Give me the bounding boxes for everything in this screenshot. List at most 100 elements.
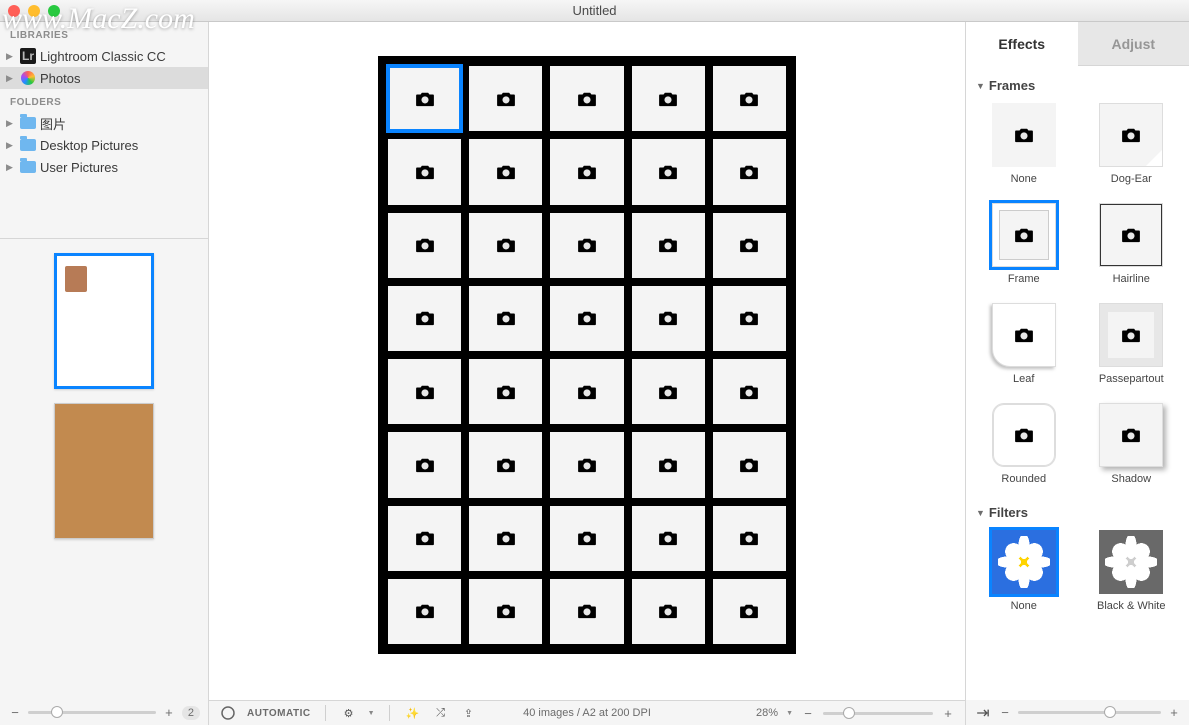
- share-icon[interactable]: ⇪: [460, 704, 478, 722]
- frame-option-label: Frame: [1008, 273, 1040, 285]
- layout-cell[interactable]: [469, 579, 542, 644]
- frame-option-frame[interactable]: Frame: [970, 199, 1078, 293]
- tab-effects[interactable]: Effects: [966, 22, 1078, 66]
- filter-option-label: Black & White: [1097, 600, 1165, 612]
- layout-cell[interactable]: [550, 506, 623, 571]
- frame-option-label: Hairline: [1113, 273, 1150, 285]
- folder-item[interactable]: ▶User Pictures: [0, 156, 208, 178]
- layout-cell[interactable]: [550, 432, 623, 497]
- layout-cell[interactable]: [388, 286, 461, 351]
- layout-cell[interactable]: [388, 432, 461, 497]
- shuffle-icon[interactable]: ⤮: [432, 704, 450, 722]
- layout-cell[interactable]: [632, 66, 705, 131]
- layout-cell[interactable]: [632, 286, 705, 351]
- folder-item[interactable]: ▶图片: [0, 112, 208, 134]
- layout-canvas[interactable]: [378, 56, 796, 654]
- camera-placeholder-icon: [576, 603, 598, 619]
- layout-cell[interactable]: [632, 139, 705, 204]
- layout-cell[interactable]: [632, 213, 705, 278]
- camera-placeholder-icon: [576, 164, 598, 180]
- filter-option-none[interactable]: None: [970, 526, 1078, 618]
- page-thumb-2[interactable]: [54, 403, 154, 539]
- filter-intensity-minus[interactable]: −: [998, 705, 1012, 720]
- layout-cell[interactable]: [388, 66, 461, 131]
- layout-cell[interactable]: [713, 579, 786, 644]
- layout-cell[interactable]: [632, 506, 705, 571]
- filter-option-bw[interactable]: Black & White: [1078, 526, 1186, 618]
- layout-cell[interactable]: [713, 359, 786, 424]
- library-item-photos[interactable]: ▶Photos: [0, 67, 208, 89]
- zoom-minus[interactable]: −: [801, 706, 815, 721]
- camera-placeholder-icon: [414, 530, 436, 546]
- layout-cell[interactable]: [388, 359, 461, 424]
- frame-option-none[interactable]: None: [970, 99, 1078, 193]
- export-icon[interactable]: ⇥: [974, 704, 992, 722]
- chevron-down-icon: ▼: [976, 508, 985, 518]
- zoom-percent-label[interactable]: 28%: [756, 707, 778, 719]
- thumb-size-slider[interactable]: [28, 711, 156, 714]
- settings-icon[interactable]: ⚙: [340, 704, 358, 722]
- layout-cell[interactable]: [469, 432, 542, 497]
- layout-cell[interactable]: [713, 286, 786, 351]
- filter-intensity-plus[interactable]: +: [1167, 705, 1181, 720]
- layout-cell[interactable]: [550, 286, 623, 351]
- layout-cell[interactable]: [550, 359, 623, 424]
- chevron-right-icon: ▶: [6, 51, 16, 62]
- layout-cell[interactable]: [550, 579, 623, 644]
- library-item-lr[interactable]: ▶LrLightroom Classic CC: [0, 45, 208, 67]
- layout-cell[interactable]: [713, 139, 786, 204]
- camera-placeholder-icon: [495, 91, 517, 107]
- layout-cell[interactable]: [713, 66, 786, 131]
- layout-cell[interactable]: [550, 66, 623, 131]
- camera-placeholder-icon: [495, 310, 517, 326]
- filters-disclosure[interactable]: ▼Filters: [966, 493, 1189, 526]
- layout-cell[interactable]: [713, 432, 786, 497]
- chevron-down-icon: ▼: [976, 81, 985, 91]
- thumb-size-plus[interactable]: +: [162, 705, 176, 720]
- layout-mode-icon[interactable]: [219, 704, 237, 722]
- folder-item[interactable]: ▶Desktop Pictures: [0, 134, 208, 156]
- magic-wand-icon[interactable]: ✨: [404, 704, 422, 722]
- lightroom-icon: Lr: [20, 48, 36, 64]
- layout-mode-label[interactable]: AUTOMATIC: [247, 708, 311, 719]
- filter-intensity-slider[interactable]: [1018, 711, 1161, 714]
- camera-placeholder-icon: [576, 530, 598, 546]
- thumb-size-minus[interactable]: −: [8, 705, 22, 720]
- camera-placeholder-icon: [495, 384, 517, 400]
- layout-cell[interactable]: [469, 213, 542, 278]
- filter-swatch: [1099, 530, 1163, 594]
- frame-option-shadow[interactable]: Shadow: [1078, 399, 1186, 493]
- layout-cell[interactable]: [713, 506, 786, 571]
- zoom-plus[interactable]: +: [941, 706, 955, 721]
- tab-adjust[interactable]: Adjust: [1078, 22, 1189, 66]
- layout-cell[interactable]: [632, 432, 705, 497]
- layout-cell[interactable]: [550, 139, 623, 204]
- left-sidebar: LIBRARIES ▶LrLightroom Classic CC▶Photos…: [0, 22, 209, 700]
- layout-cell[interactable]: [632, 579, 705, 644]
- frame-option-passe[interactable]: Passepartout: [1078, 299, 1186, 393]
- layout-cell[interactable]: [388, 139, 461, 204]
- layout-cell[interactable]: [469, 139, 542, 204]
- zoom-slider[interactable]: [823, 712, 933, 715]
- frame-option-rounded[interactable]: Rounded: [970, 399, 1078, 493]
- frame-option-hairline[interactable]: Hairline: [1078, 199, 1186, 293]
- layout-cell[interactable]: [469, 359, 542, 424]
- page-thumb-1[interactable]: [54, 253, 154, 389]
- camera-placeholder-icon: [657, 530, 679, 546]
- layout-cell[interactable]: [713, 213, 786, 278]
- frames-disclosure[interactable]: ▼Frames: [966, 66, 1189, 99]
- libraries-section-label: LIBRARIES: [0, 22, 208, 45]
- frame-option-dogear[interactable]: Dog-Ear: [1078, 99, 1186, 193]
- camera-placeholder-icon: [414, 164, 436, 180]
- layout-cell[interactable]: [632, 359, 705, 424]
- layout-cell[interactable]: [469, 66, 542, 131]
- layout-cell[interactable]: [388, 579, 461, 644]
- camera-placeholder-icon: [738, 530, 760, 546]
- layout-cell[interactable]: [550, 213, 623, 278]
- layout-cell[interactable]: [388, 506, 461, 571]
- frame-option-leaf[interactable]: Leaf: [970, 299, 1078, 393]
- layout-cell[interactable]: [469, 286, 542, 351]
- layout-cell[interactable]: [388, 213, 461, 278]
- camera-placeholder-icon: [576, 237, 598, 253]
- layout-cell[interactable]: [469, 506, 542, 571]
